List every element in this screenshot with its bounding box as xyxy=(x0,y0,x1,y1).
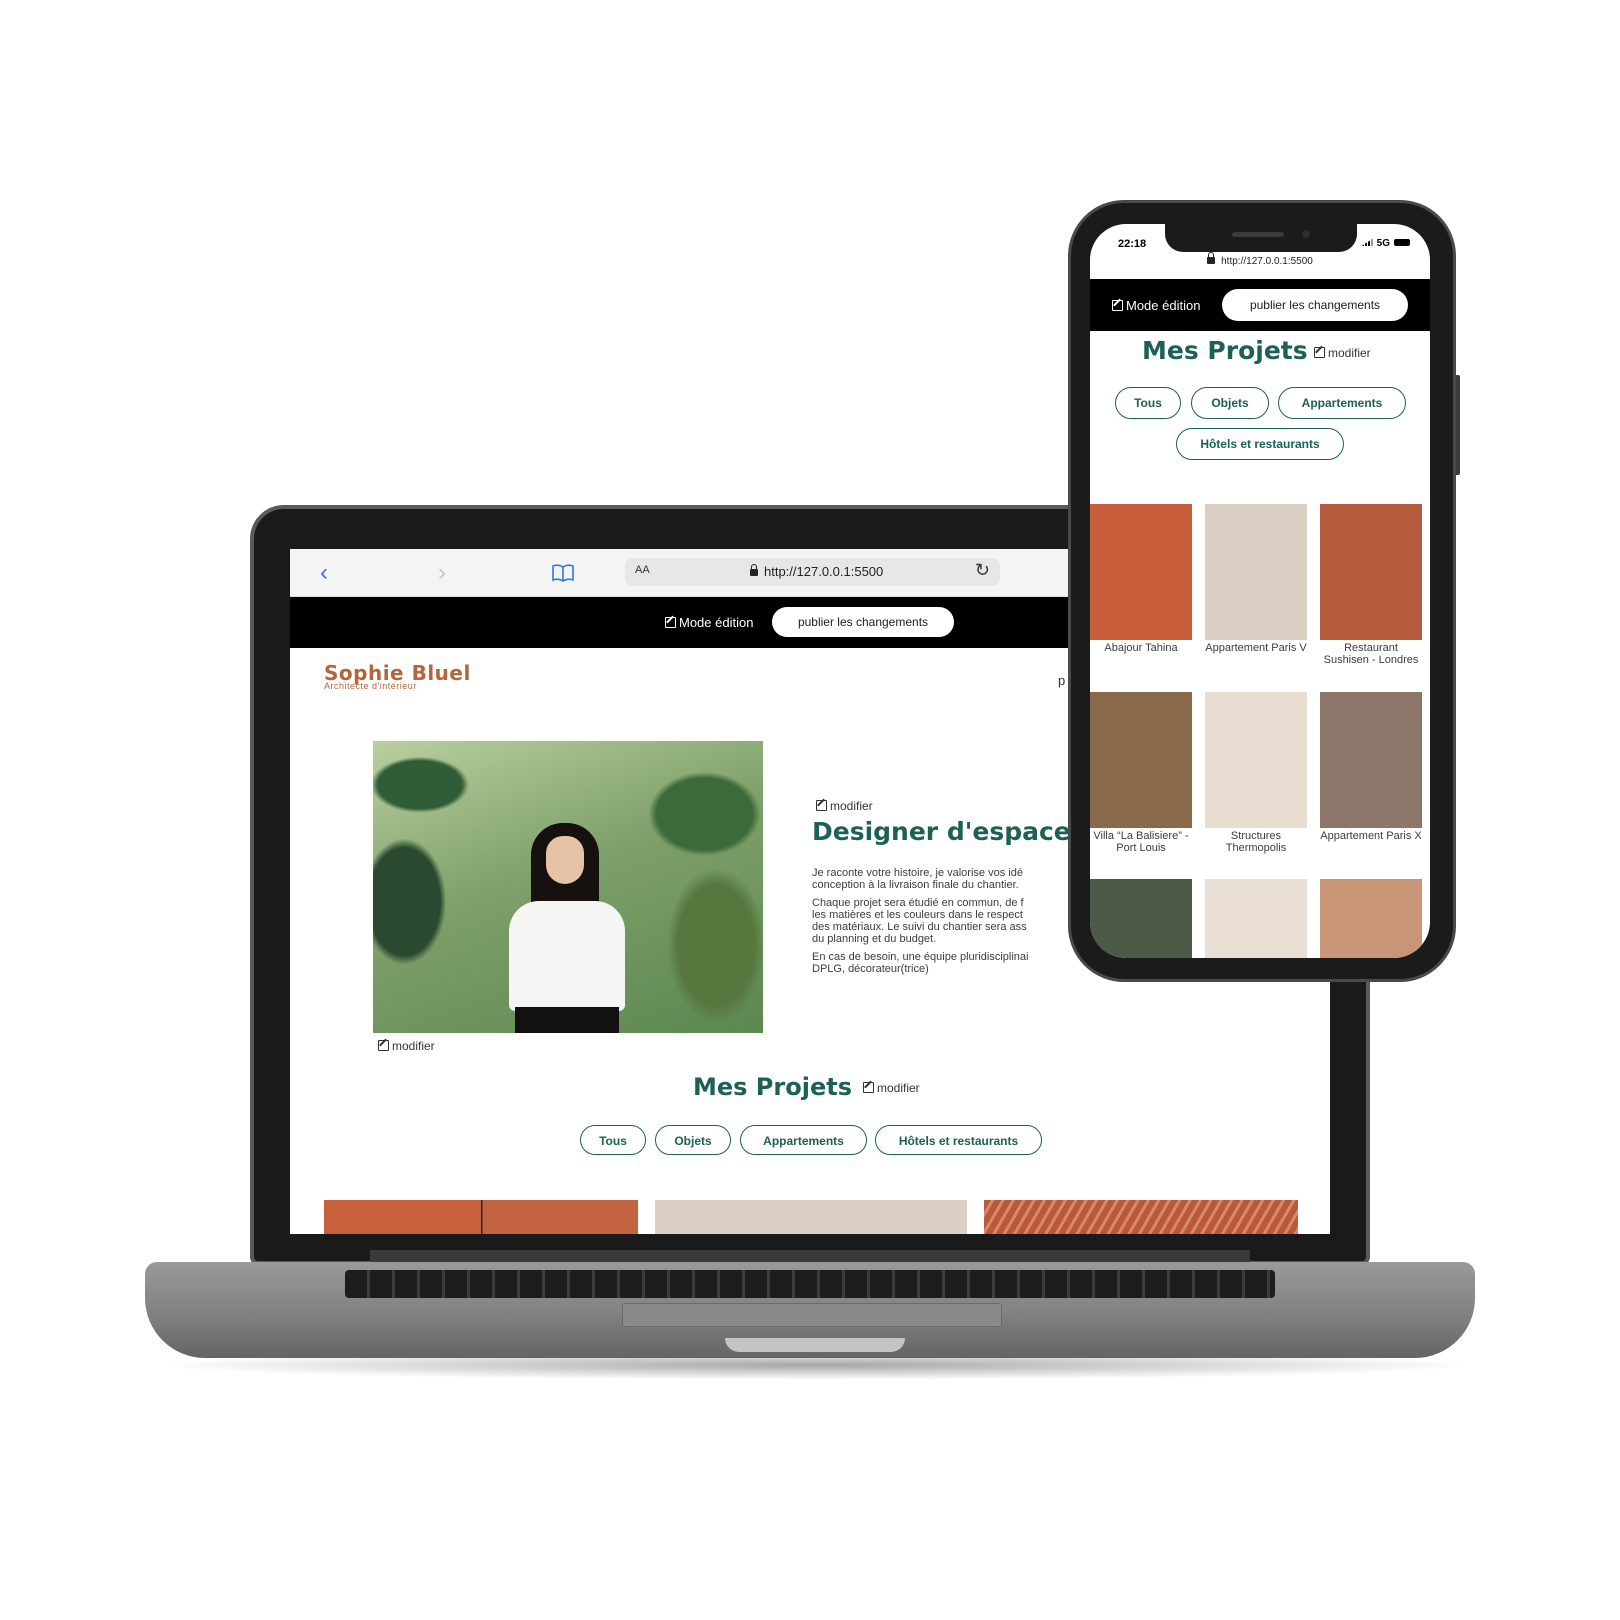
battery-icon xyxy=(1394,239,1410,246)
bookmarks-icon[interactable] xyxy=(552,561,574,589)
photo-modify-button[interactable]: modifier xyxy=(378,1039,435,1053)
gallery-caption: Restaurant Sushisen - Londres xyxy=(1323,642,1419,666)
gallery-image xyxy=(1320,879,1422,958)
bio-line: Chaque projet sera étudié en commun, de … xyxy=(812,897,1027,945)
phone-speaker xyxy=(1232,232,1284,237)
reload-icon[interactable]: ↻ xyxy=(975,560,990,581)
gallery-thumb[interactable] xyxy=(655,1200,967,1234)
gallery-item[interactable]: Abajour Tahina xyxy=(1090,504,1192,654)
phone-publish-button[interactable]: publier les changements xyxy=(1222,289,1408,321)
gallery-image xyxy=(1205,504,1307,640)
photo-pants xyxy=(515,1007,619,1033)
edit-icon xyxy=(1314,347,1325,358)
gallery-caption: Villa “La Balisiere” - Port Louis xyxy=(1093,830,1189,854)
gallery-image xyxy=(1320,692,1422,828)
gallery-caption: Structures Thermopolis xyxy=(1225,830,1287,854)
intro-title: Designer d'espace xyxy=(812,817,1071,846)
url-text: http://127.0.0.1:5500 xyxy=(764,564,884,579)
gallery-item[interactable]: Villa “La Balisiere” - Port Louis xyxy=(1090,692,1192,854)
phone-filter-objects[interactable]: Objets xyxy=(1191,387,1269,419)
bio-line: En cas de besoin, une équipe pluridiscip… xyxy=(812,951,1029,975)
photo-shirt xyxy=(509,901,625,1011)
phone-filter-hotels[interactable]: Hôtels et restaurants xyxy=(1176,428,1344,460)
site-subtitle: Architecte d'intérieur xyxy=(324,681,417,691)
gallery-item[interactable]: Appartement Paris V xyxy=(1205,504,1307,654)
gallery-item[interactable] xyxy=(1205,879,1307,958)
projects-modify-button[interactable]: modifier xyxy=(863,1081,920,1095)
signal-icon xyxy=(1361,238,1374,246)
gallery-thumb[interactable] xyxy=(324,1200,638,1234)
text-size-button[interactable]: AA xyxy=(635,564,650,576)
laptop-keyboard xyxy=(345,1270,1275,1298)
filter-objects[interactable]: Objets xyxy=(655,1125,731,1155)
gallery-caption: Appartement Paris X xyxy=(1320,830,1422,842)
gallery-image xyxy=(1090,692,1192,828)
phone-notch xyxy=(1165,224,1357,252)
laptop-trackpad xyxy=(622,1303,1002,1327)
gallery-image xyxy=(1205,692,1307,828)
edit-icon xyxy=(863,1082,874,1093)
profile-photo xyxy=(373,741,763,1033)
gallery-image xyxy=(1090,504,1192,640)
gallery-item[interactable] xyxy=(1320,879,1422,958)
bio-line: Je raconte votre histoire, je valorise v… xyxy=(812,867,1023,891)
gallery-thumb[interactable] xyxy=(984,1200,1298,1234)
lock-icon xyxy=(1207,252,1216,264)
lock-icon xyxy=(750,564,758,576)
gallery-item[interactable]: Appartement Paris X xyxy=(1320,692,1422,842)
intro-text: Je raconte votre histoire, je valorise v… xyxy=(812,867,1072,981)
edit-icon xyxy=(378,1040,389,1051)
phone-projects-title: Mes Projets xyxy=(1142,336,1308,365)
gallery-caption: Appartement Paris V xyxy=(1205,642,1307,654)
gallery-item[interactable]: Restaurant Sushisen - Londres xyxy=(1320,504,1422,666)
photo-face xyxy=(546,836,584,884)
gallery-image xyxy=(1205,879,1307,958)
edit-icon xyxy=(665,617,676,628)
phone-filter-apartments[interactable]: Appartements xyxy=(1278,387,1406,419)
laptop-notch xyxy=(725,1338,905,1352)
filter-apartments[interactable]: Appartements xyxy=(740,1125,867,1155)
projects-title: Mes Projets xyxy=(693,1073,852,1101)
gallery-item[interactable]: Structures Thermopolis xyxy=(1205,692,1307,854)
status-indicators: 5G xyxy=(1361,238,1410,249)
gallery-image xyxy=(1320,504,1422,640)
nav-link[interactable]: p xyxy=(1058,673,1065,688)
gallery-image xyxy=(1090,879,1192,958)
gallery-caption: Abajour Tahina xyxy=(1104,642,1178,654)
publish-button[interactable]: publier les changements xyxy=(772,607,954,637)
filter-hotels[interactable]: Hôtels et restaurants xyxy=(875,1125,1042,1155)
status-time: 22:18 xyxy=(1118,238,1147,250)
phone-screen: 22:18 5G http://127.0.0.1:5500 Mode édit… xyxy=(1090,224,1430,958)
edit-icon xyxy=(816,800,827,811)
intro-modify-button[interactable]: modifier xyxy=(816,799,873,813)
edit-mode-label: Mode édition xyxy=(665,615,753,630)
filter-all[interactable]: Tous xyxy=(580,1125,646,1155)
phone-edit-mode-label: Mode édition xyxy=(1112,298,1200,313)
phone-edit-mode-bar: Mode édition publier les changements xyxy=(1090,279,1430,331)
phone-projects-modify-button[interactable]: modifier xyxy=(1314,346,1371,360)
phone-camera xyxy=(1302,230,1310,238)
phone-filter-all[interactable]: Tous xyxy=(1115,387,1181,419)
phone-address-bar[interactable]: http://127.0.0.1:5500 xyxy=(1090,252,1430,267)
gallery-item[interactable] xyxy=(1090,879,1192,958)
edit-icon xyxy=(1112,300,1123,311)
forward-icon[interactable]: › xyxy=(438,559,446,587)
address-bar[interactable]: AA http://127.0.0.1:5500 ↻ xyxy=(625,558,1000,586)
back-icon[interactable]: ‹ xyxy=(320,559,328,587)
address-url: http://127.0.0.1:5500 xyxy=(750,564,883,579)
